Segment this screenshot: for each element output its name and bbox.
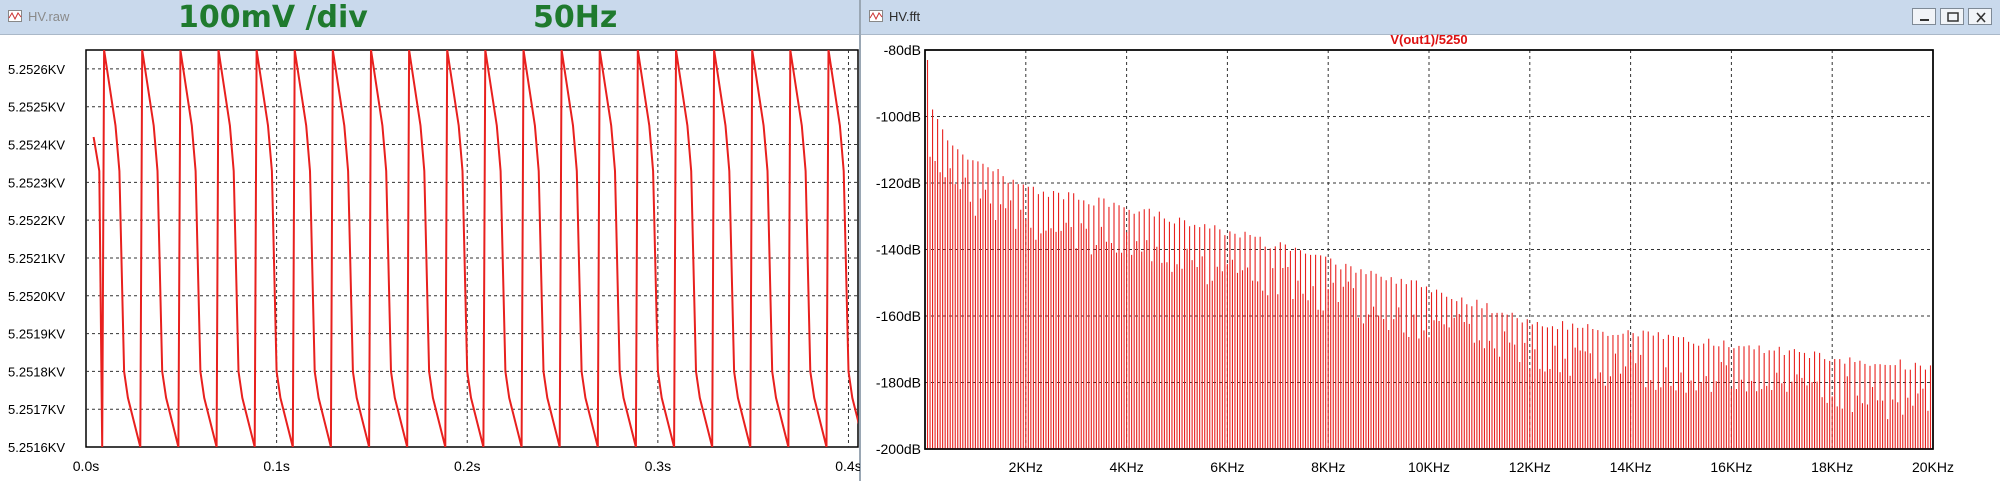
raw-y-tick-label: 5.2516KV: [8, 440, 65, 455]
fft-y-tick-label: -160dB: [876, 308, 921, 324]
raw-x-tick-label: 0.3s: [645, 458, 671, 474]
raw-y-tick-label: 5.2517KV: [8, 402, 65, 417]
fft-x-tick-label: 4KHz: [1109, 459, 1143, 475]
raw-window[interactable]: HV.raw 100mV /div 50Hz 0.0s 0.1s 0.2s 0.3s 0…: [0, 0, 860, 481]
fft-y-tick-label: -140dB: [876, 242, 921, 258]
raw-y-tick-label: 5.2525KV: [8, 100, 65, 115]
raw-y-tick-label: 5.2523KV: [8, 175, 65, 190]
raw-x-tick-label: 0.2s: [454, 458, 480, 474]
fft-trace-label: V(out1)/5250: [1390, 32, 1467, 47]
raw-y-tick-label: 5.2526KV: [8, 62, 65, 77]
fft-window[interactable]: HV.fft V(out1)/5250 2KHz 4KHz 6KHz 8KHz 10KHz…: [860, 0, 2000, 481]
fft-y-tick-label: -180dB: [876, 375, 921, 391]
raw-x-tick-label: 0.0s: [73, 458, 99, 474]
fft-x-tick-label: 12KHz: [1509, 459, 1551, 475]
fft-y-tick-label: -100dB: [876, 109, 921, 125]
fft-x-tick-label: 18KHz: [1811, 459, 1853, 475]
fft-x-tick-label: 20KHz: [1912, 459, 1954, 475]
fft-y-tick-label: -120dB: [876, 175, 921, 191]
raw-waveform-plot[interactable]: 0.0s 0.1s 0.2s 0.3s 0.4s 5.2526KV 5.2525KV 5.25…: [0, 0, 860, 481]
fft-x-tick-label: 6KHz: [1210, 459, 1244, 475]
fft-x-tick-label: 2KHz: [1009, 459, 1043, 475]
fft-y-tick-label: -200dB: [876, 441, 921, 457]
raw-y-tick-label: 5.2522KV: [8, 213, 65, 228]
raw-y-tick-label: 5.2521KV: [8, 251, 65, 266]
raw-y-tick-label: 5.2518KV: [8, 364, 65, 379]
raw-y-tick-label: 5.2520KV: [8, 289, 65, 304]
raw-y-tick-label: 5.2519KV: [8, 327, 65, 342]
raw-x-tick-label: 0.1s: [263, 458, 289, 474]
fft-x-tick-label: 10KHz: [1408, 459, 1450, 475]
fft-x-tick-label: 14KHz: [1610, 459, 1652, 475]
raw-y-tick-label: 5.2524KV: [8, 138, 65, 153]
fft-x-tick-label: 8KHz: [1311, 459, 1345, 475]
fft-x-tick-label: 16KHz: [1710, 459, 1752, 475]
fft-y-tick-label: -80dB: [884, 42, 921, 58]
fft-spectrum-plot[interactable]: V(out1)/5250 2KHz 4KHz 6KHz 8KHz 10KHz 12KHz 14…: [861, 0, 2000, 481]
raw-x-tick-label: 0.4s: [835, 458, 860, 474]
